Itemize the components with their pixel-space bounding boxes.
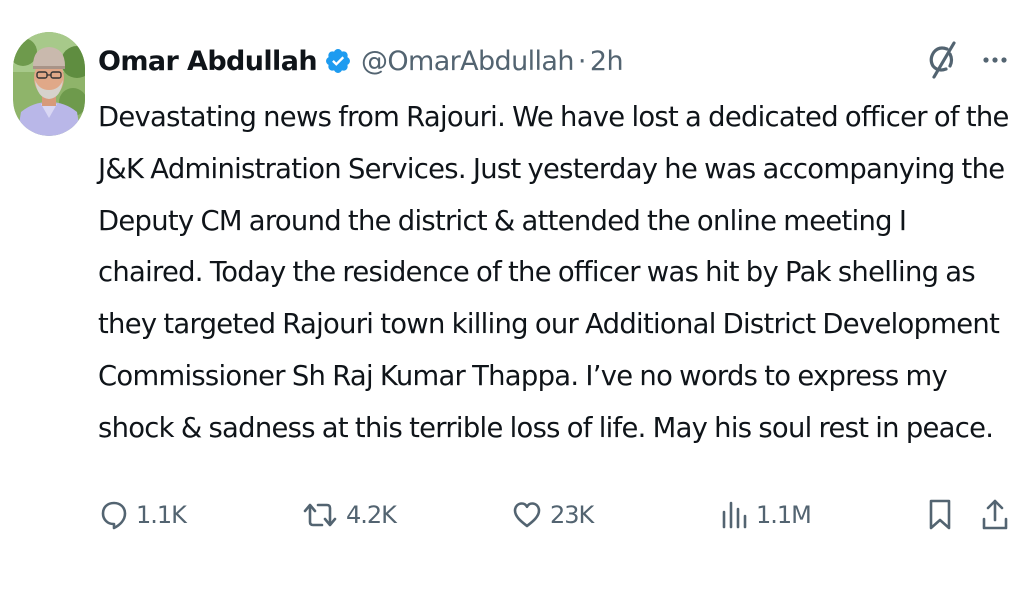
- views-button[interactable]: 1.1M: [720, 490, 812, 540]
- avatar-image: [13, 32, 85, 136]
- separator-dot: ·: [577, 45, 587, 77]
- views-icon: [720, 500, 748, 530]
- repost-count: 4.2K: [346, 501, 397, 529]
- reply-button[interactable]: 1.1K: [100, 490, 187, 540]
- verified-badge-icon[interactable]: [324, 47, 352, 75]
- tweet-card: Omar Abdullah @OmarAbdullah · 2h Devasta…: [0, 0, 1024, 607]
- reply-icon: [100, 500, 128, 530]
- reply-count: 1.1K: [136, 501, 187, 529]
- bookmark-icon: [927, 498, 953, 532]
- views-count: 1.1M: [756, 501, 812, 529]
- more-icon[interactable]: [980, 45, 1010, 79]
- avatar[interactable]: [13, 32, 85, 136]
- share-icon: [980, 498, 1010, 532]
- like-button[interactable]: 23K: [512, 490, 594, 540]
- tweet-text: Devastating news from Rajouri. We have l…: [98, 102, 1009, 444]
- action-bar: 1.1K 4.2K 23K 1.1M: [0, 490, 1024, 540]
- repost-icon: [302, 500, 338, 530]
- like-icon: [512, 500, 542, 530]
- repost-button[interactable]: 4.2K: [302, 490, 397, 540]
- author-name[interactable]: Omar Abdullah: [98, 46, 318, 77]
- author-handle[interactable]: @OmarAbdullah: [361, 46, 575, 77]
- grok-icon[interactable]: [926, 40, 980, 84]
- bookmark-button[interactable]: [927, 490, 953, 540]
- timestamp[interactable]: 2h: [590, 46, 624, 77]
- like-count: 23K: [550, 501, 594, 529]
- share-button[interactable]: [980, 490, 1010, 540]
- tweet-header: Omar Abdullah @OmarAbdullah · 2h: [98, 38, 624, 84]
- top-right-controls: [926, 40, 1010, 84]
